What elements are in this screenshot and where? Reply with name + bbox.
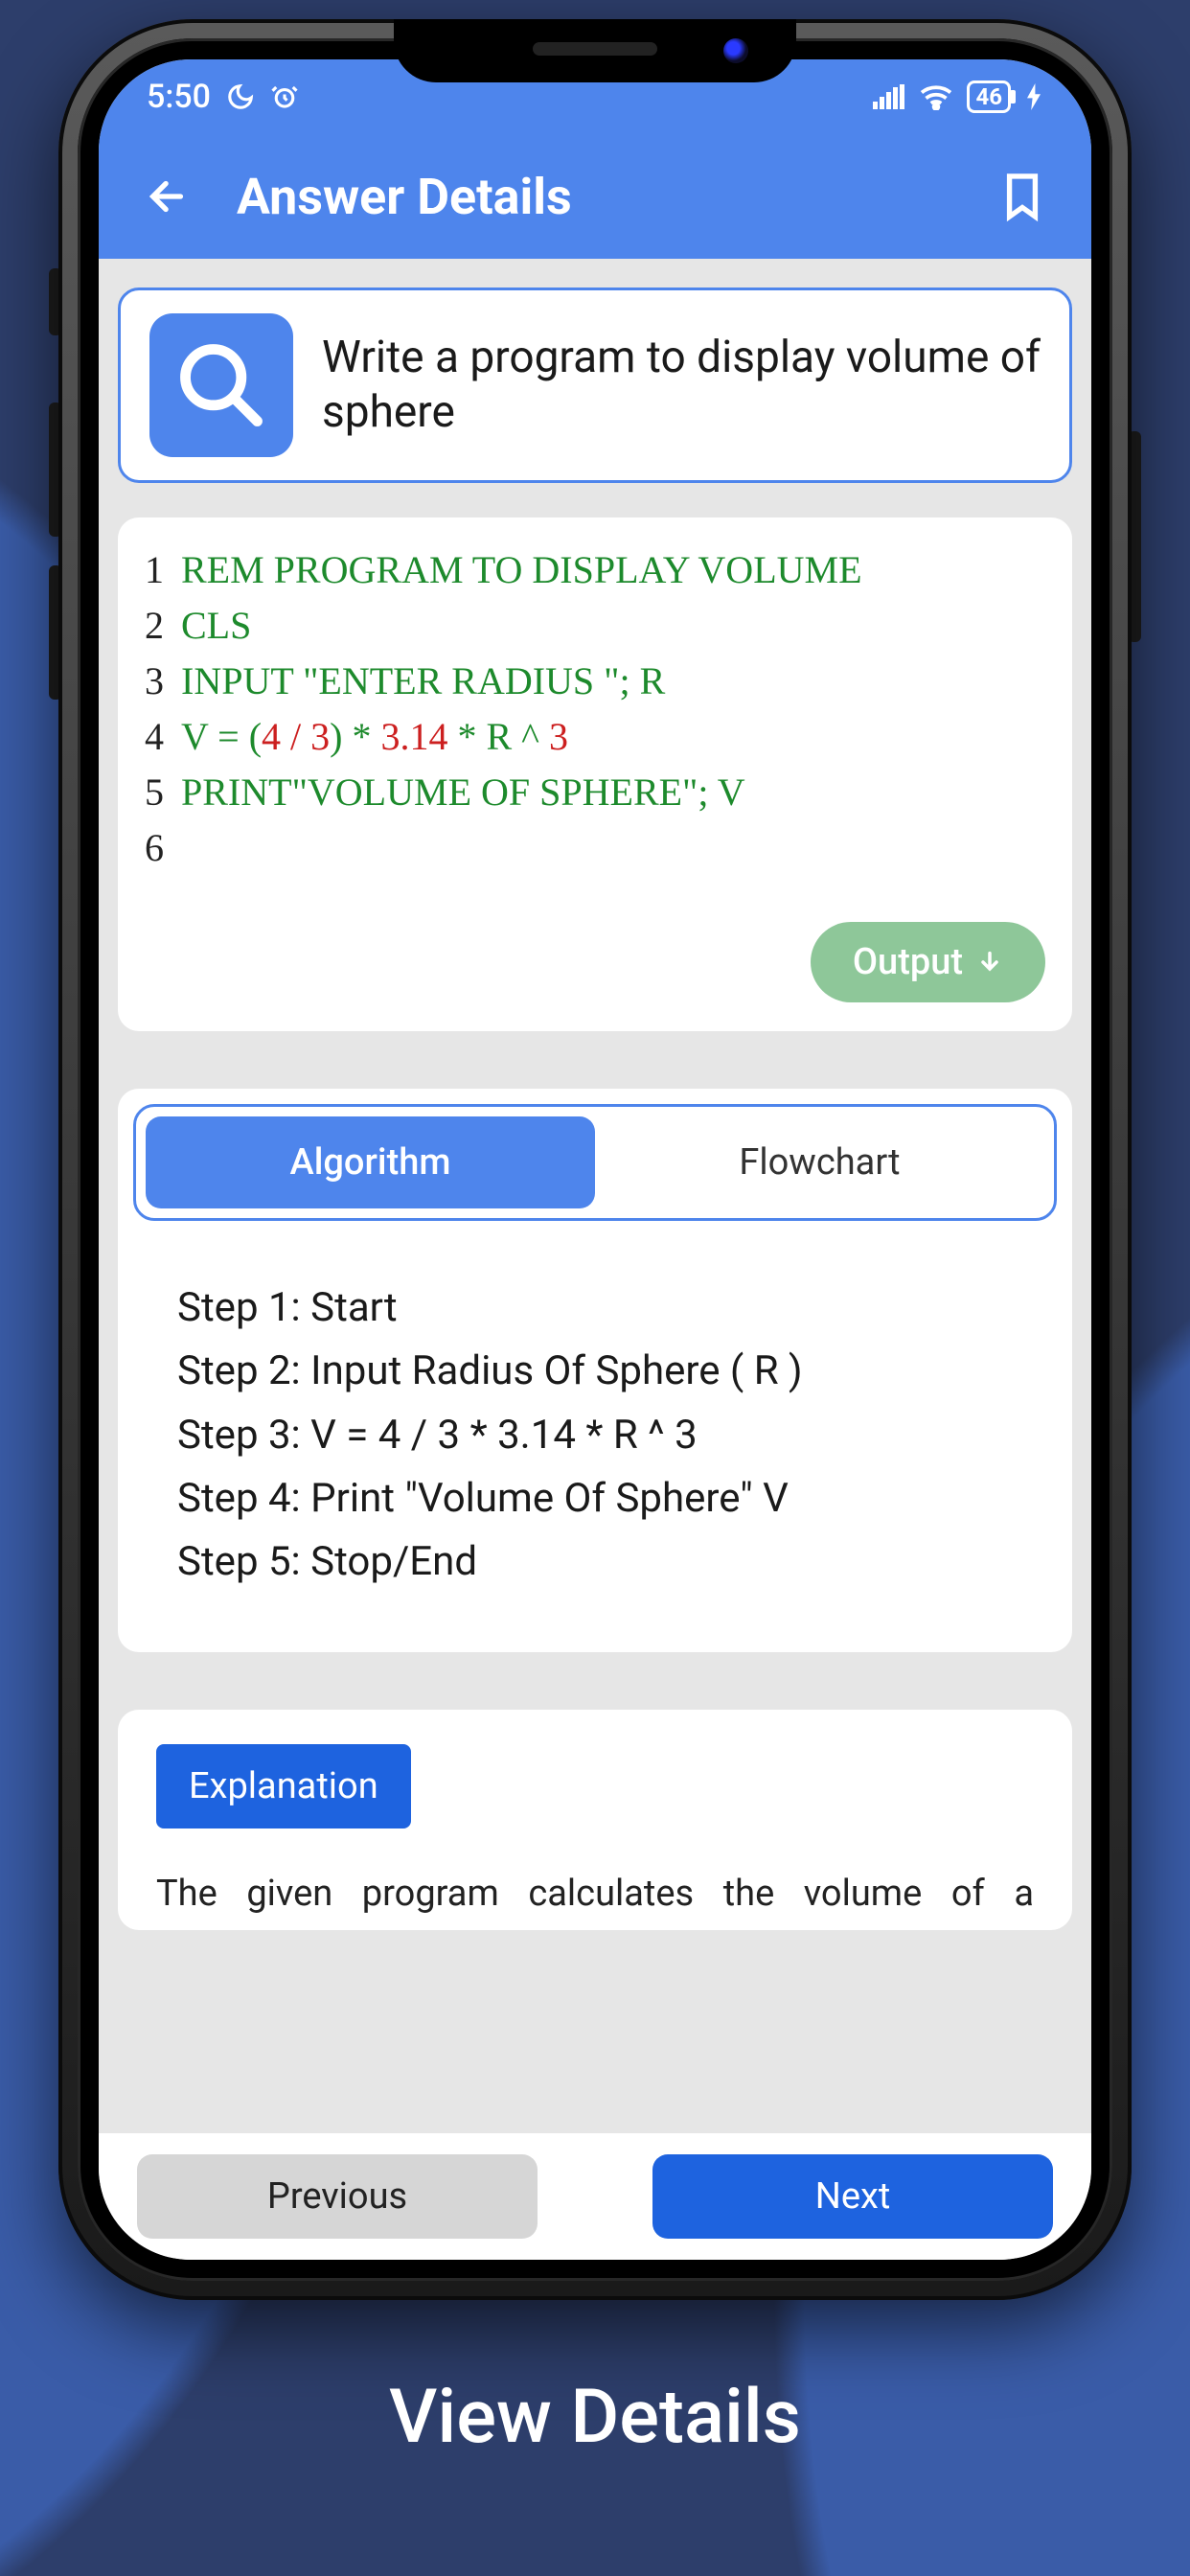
algorithm-steps: Step 1: Start Step 2: Input Radius Of Sp… (133, 1221, 1057, 1595)
line-number: 5 (145, 765, 181, 820)
charging-icon (1024, 83, 1043, 110)
footer-nav: Previous Next (99, 2133, 1091, 2260)
step: Step 2: Input Radius Of Sphere ( R ) (177, 1340, 1013, 1403)
phone-screen: 5:50 46 (99, 59, 1091, 2260)
step: Step 3: V = 4 / 3 * 3.14 * R ^ 3 (177, 1404, 1013, 1467)
wifi-icon (919, 83, 953, 110)
step: Step 4: Print "Volume Of Sphere" V (177, 1467, 1013, 1530)
page-caption: View Details (0, 2374, 1190, 2461)
code-line: 5 PRINT"VOLUME OF SPHERE"; V (145, 765, 1045, 820)
content-area: Write a program to display volume of sph… (99, 259, 1091, 2133)
line-number: 1 (145, 542, 181, 598)
line-number: 2 (145, 598, 181, 654)
step: Step 1: Start (177, 1276, 1013, 1340)
battery-indicator: 46 (967, 80, 1011, 113)
step: Step 5: Stop/End (177, 1530, 1013, 1594)
code-line: 4 V = (4 / 3) * 3.14 * R ^ 3 (145, 709, 1045, 765)
question-badge (149, 313, 293, 457)
segmented-control: Algorithm Flowchart (133, 1104, 1057, 1221)
line-number: 4 (145, 709, 181, 765)
algorithm-card: Algorithm Flowchart Step 1: Start Step 2… (118, 1089, 1072, 1652)
battery-level: 46 (975, 83, 1002, 110)
line-number: 3 (145, 654, 181, 709)
alarm-icon (270, 82, 299, 111)
output-button[interactable]: Output (811, 922, 1045, 1002)
output-label: Output (853, 941, 963, 983)
arrow-down-icon (976, 949, 1003, 976)
page-title: Answer Details (237, 168, 953, 226)
camera-icon (723, 38, 748, 63)
search-icon (173, 337, 269, 433)
code-rem: REM PROGRAM TO DISPLAY VOLUME (181, 542, 1045, 598)
back-button[interactable] (137, 166, 198, 227)
explanation-chip: Explanation (156, 1744, 411, 1828)
app-header: Answer Details (99, 134, 1091, 259)
bookmark-button[interactable] (992, 166, 1053, 227)
tab-flowchart[interactable]: Flowchart (595, 1116, 1044, 1208)
moon-icon (226, 82, 255, 111)
status-time: 5:50 (147, 78, 211, 116)
explanation-card: Explanation The given program calculates… (118, 1710, 1072, 1930)
previous-button[interactable]: Previous (137, 2154, 538, 2239)
phone-notch (394, 19, 796, 82)
app-store-card: 5:50 46 (0, 0, 1190, 2576)
code-cls: CLS (181, 598, 1045, 654)
code-line: 2 CLS (145, 598, 1045, 654)
question-card: Write a program to display volume of sph… (118, 288, 1072, 483)
code-line: 3 INPUT "ENTER RADIUS "; R (145, 654, 1045, 709)
code-card: 1 REM PROGRAM TO DISPLAY VOLUME 2 CLS 3 … (118, 518, 1072, 1031)
question-text: Write a program to display volume of sph… (322, 331, 1041, 441)
code-line: 6 (145, 820, 1045, 876)
explanation-text: The given program calculates the volume … (156, 1867, 1034, 1920)
phone-mockup: 5:50 46 (58, 19, 1132, 2300)
signal-icon (873, 84, 905, 109)
line-number: 6 (145, 820, 181, 876)
speaker-icon (533, 42, 657, 56)
code-line: 1 REM PROGRAM TO DISPLAY VOLUME (145, 542, 1045, 598)
next-button[interactable]: Next (652, 2154, 1053, 2239)
tab-algorithm[interactable]: Algorithm (146, 1116, 595, 1208)
